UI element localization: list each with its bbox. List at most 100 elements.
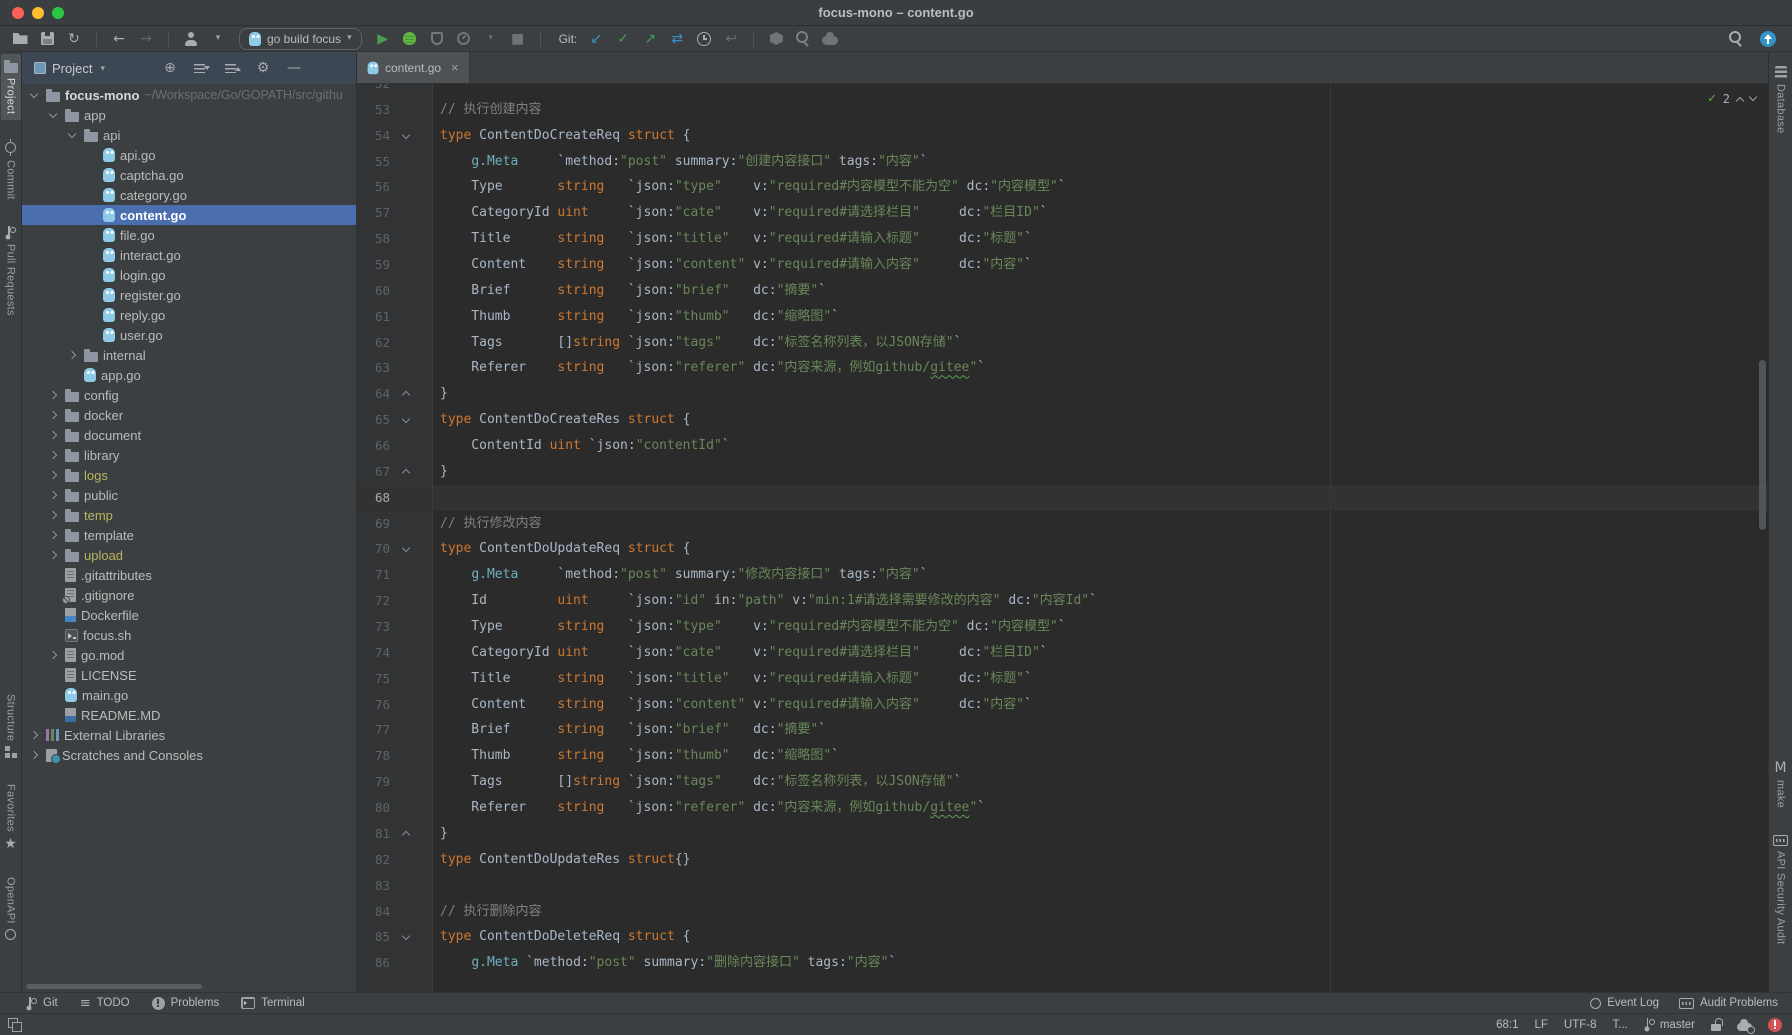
tab-content-go[interactable]: content.go × bbox=[357, 52, 470, 83]
fold-marker-icon[interactable] bbox=[402, 932, 410, 940]
line-number[interactable]: 76 bbox=[357, 692, 390, 718]
code-line-65[interactable]: 65type ContentDoCreateRes struct { bbox=[357, 407, 1768, 433]
line-number[interactable]: 60 bbox=[357, 278, 390, 304]
tree-item-go.mod[interactable]: go.mod bbox=[22, 645, 356, 665]
fold-marker-icon[interactable] bbox=[402, 831, 410, 839]
line-number[interactable]: 66 bbox=[357, 433, 390, 459]
chevron-collapsed-icon[interactable] bbox=[49, 491, 57, 499]
run-button[interactable]: ▶ bbox=[373, 29, 393, 49]
code-line-59[interactable]: 59 Content string `json:"content" v:"req… bbox=[357, 252, 1768, 278]
chevron-collapsed-icon[interactable] bbox=[49, 471, 57, 479]
tree-item-api.go[interactable]: api.go bbox=[22, 145, 356, 165]
line-number[interactable]: 72 bbox=[357, 588, 390, 614]
tree-item-category.go[interactable]: category.go bbox=[22, 185, 356, 205]
tree-item-app[interactable]: app bbox=[22, 105, 356, 125]
code-line-79[interactable]: 79 Tags []string `json:"tags" dc:"标签名称列表… bbox=[357, 769, 1768, 795]
zoom-window-button[interactable] bbox=[52, 7, 64, 19]
line-number[interactable]: 63 bbox=[357, 355, 390, 381]
tree-item-captcha.go[interactable]: captcha.go bbox=[22, 165, 356, 185]
rollback-button[interactable]: ↩ bbox=[721, 29, 741, 49]
line-number[interactable]: 52 bbox=[357, 84, 390, 97]
code-line-57[interactable]: 57 CategoryId uint `json:"cate" v:"requi… bbox=[357, 200, 1768, 226]
tree-item-upload[interactable]: upload bbox=[22, 545, 356, 565]
git-commit-button[interactable]: ✓ bbox=[613, 29, 633, 49]
code-line-63[interactable]: 63 Referer string `json:"referer" dc:"内容… bbox=[357, 355, 1768, 381]
chevron-collapsed-icon[interactable] bbox=[30, 731, 38, 739]
code-line-60[interactable]: 60 Brief string `json:"brief" dc:"摘要"` bbox=[357, 278, 1768, 304]
chevron-collapsed-icon[interactable] bbox=[49, 531, 57, 539]
line-number[interactable]: 53 bbox=[357, 97, 390, 123]
line-number[interactable]: 80 bbox=[357, 795, 390, 821]
chevron-collapsed-icon[interactable] bbox=[49, 651, 57, 659]
tree-item-template[interactable]: template bbox=[22, 525, 356, 545]
line-number[interactable]: 77 bbox=[357, 717, 390, 743]
tool-window-button-pull-requests[interactable]: Pull Requests bbox=[2, 220, 20, 322]
status-indent-info[interactable]: T... bbox=[1613, 1019, 1628, 1031]
chevron-collapsed-icon[interactable] bbox=[68, 351, 76, 359]
chevron-collapsed-icon[interactable] bbox=[49, 551, 57, 559]
code-line-61[interactable]: 61 Thumb string `json:"thumb" dc:"缩略图"` bbox=[357, 304, 1768, 330]
close-window-button[interactable] bbox=[12, 7, 24, 19]
line-number[interactable]: 73 bbox=[357, 614, 390, 640]
code-line-64[interactable]: 64} bbox=[357, 381, 1768, 407]
tree-item-login.go[interactable]: login.go bbox=[22, 265, 356, 285]
line-number[interactable]: 54 bbox=[357, 123, 390, 149]
status-encoding[interactable]: UTF-8 bbox=[1564, 1019, 1597, 1031]
line-number[interactable]: 83 bbox=[357, 873, 390, 899]
code-line-71[interactable]: 71 g.Meta `method:"post" summary:"修改内容接口… bbox=[357, 562, 1768, 588]
hexagon-icon[interactable] bbox=[766, 29, 786, 49]
tree-item-logs[interactable]: logs bbox=[22, 465, 356, 485]
tree-item-file.go[interactable]: file.go bbox=[22, 225, 356, 245]
next-problem-button[interactable] bbox=[1749, 92, 1757, 100]
tree-item-document[interactable]: document bbox=[22, 425, 356, 445]
git-push-button[interactable]: ↗ bbox=[640, 29, 660, 49]
tree-item-register.go[interactable]: register.go bbox=[22, 285, 356, 305]
chevron-collapsed-icon[interactable] bbox=[49, 411, 57, 419]
line-number[interactable]: 61 bbox=[357, 304, 390, 330]
code-line-74[interactable]: 74 CategoryId uint `json:"cate" v:"requi… bbox=[357, 640, 1768, 666]
tree-item-interact.go[interactable]: interact.go bbox=[22, 245, 356, 265]
tree-item-Scratches and Consoles[interactable]: Scratches and Consoles bbox=[22, 745, 356, 765]
line-number[interactable]: 65 bbox=[357, 407, 390, 433]
line-number[interactable]: 75 bbox=[357, 666, 390, 692]
code-line-83[interactable]: 83 bbox=[357, 873, 1768, 899]
save-all-icon[interactable] bbox=[37, 29, 57, 49]
cloud-sync-icon[interactable] bbox=[820, 29, 840, 49]
code-line-58[interactable]: 58 Title string `json:"title" v:"require… bbox=[357, 226, 1768, 252]
code-line-76[interactable]: 76 Content string `json:"content" v:"req… bbox=[357, 692, 1768, 718]
code-line-77[interactable]: 77 Brief string `json:"brief" dc:"摘要"` bbox=[357, 717, 1768, 743]
line-number[interactable]: 69 bbox=[357, 511, 390, 537]
status-error-indicator[interactable] bbox=[1768, 1018, 1782, 1032]
code-line-67[interactable]: 67} bbox=[357, 459, 1768, 485]
tree-item-main.go[interactable]: main.go bbox=[22, 685, 356, 705]
line-number[interactable]: 81 bbox=[357, 821, 390, 847]
chevron-expanded-icon[interactable] bbox=[68, 129, 76, 137]
line-number[interactable]: 58 bbox=[357, 226, 390, 252]
code-line-78[interactable]: 78 Thumb string `json:"thumb" dc:"缩略图"` bbox=[357, 743, 1768, 769]
line-number[interactable]: 74 bbox=[357, 640, 390, 666]
tree-item-library[interactable]: library bbox=[22, 445, 356, 465]
status-lock-indicator[interactable] bbox=[1711, 1018, 1721, 1031]
tree-item-docker[interactable]: docker bbox=[22, 405, 356, 425]
code-editor[interactable]: 5253// 执行创建内容54type ContentDoCreateReq s… bbox=[357, 84, 1768, 992]
line-number[interactable]: 82 bbox=[357, 847, 390, 873]
tool-window-button-structure[interactable]: Structure bbox=[2, 688, 20, 764]
tree-item-focus-mono[interactable]: focus-mono~/Workspace/Go/GOPATH/src/gith… bbox=[22, 85, 356, 105]
hide-button[interactable]: — bbox=[284, 58, 304, 78]
tool-window-button-database[interactable]: Database bbox=[1772, 60, 1790, 140]
chevron-collapsed-icon[interactable] bbox=[49, 451, 57, 459]
chevron-collapsed-icon[interactable] bbox=[49, 391, 57, 399]
tool-window-button-audit-problems[interactable]: Audit Problems bbox=[1679, 997, 1778, 1009]
sync-icon[interactable]: ↻ bbox=[64, 29, 84, 49]
tool-window-button-terminal[interactable]: Terminal bbox=[241, 997, 304, 1009]
tool-window-button-project[interactable]: Project bbox=[1, 54, 21, 120]
tree-item-config[interactable]: config bbox=[22, 385, 356, 405]
fold-marker-icon[interactable] bbox=[402, 415, 410, 423]
status-line-separator[interactable]: LF bbox=[1534, 1019, 1547, 1031]
git-compare-button[interactable]: ⇄ bbox=[667, 29, 687, 49]
line-number[interactable]: 70 bbox=[357, 536, 390, 562]
tree-item-External Libraries[interactable]: External Libraries bbox=[22, 725, 356, 745]
ide-update-button[interactable] bbox=[1758, 29, 1778, 49]
tool-window-button-api-security-audit[interactable]: API Security Audit bbox=[1770, 829, 1791, 950]
line-number[interactable]: 59 bbox=[357, 252, 390, 278]
